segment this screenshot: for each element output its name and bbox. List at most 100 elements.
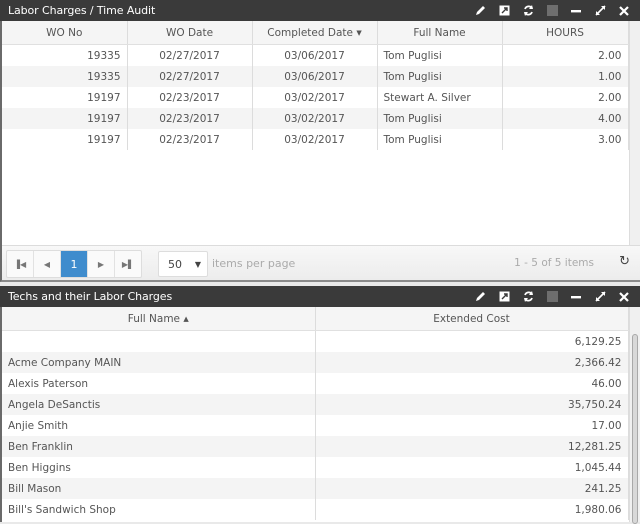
minimize-icon[interactable] — [564, 286, 588, 307]
maximize-icon[interactable] — [588, 286, 612, 307]
techs-labor-charges-panel: Techs and their Labor Charges Full Name … — [0, 286, 640, 524]
pager-buttons: ▐◀ ◀ 1 ▶ ▶▌ — [6, 250, 142, 278]
grid-scrollbar[interactable] — [629, 21, 640, 246]
panel-titlebar: Labor Charges / Time Audit — [0, 0, 640, 21]
table-row[interactable]: Bill's Sandwich Shop 1,980.06 — [2, 499, 629, 520]
panel-title: Techs and their Labor Charges — [8, 290, 173, 303]
scrollbar-thumb[interactable] — [632, 334, 638, 524]
panel-tools — [468, 0, 636, 21]
cell-full-name: Bill Mason — [2, 478, 316, 499]
cell-completed-date: 03/02/2017 — [252, 108, 378, 129]
cell-wo-no: 19335 — [2, 66, 128, 87]
cell-full-name: Tom Puglisi — [377, 66, 503, 87]
cell-full-name: Tom Puglisi — [377, 44, 503, 66]
grid-scrollbar[interactable] — [629, 307, 640, 524]
table-row[interactable]: Ben Franklin 12,281.25 — [2, 436, 629, 457]
table-row[interactable]: Acme Company MAIN 2,366.42 — [2, 352, 629, 373]
cell-completed-date: 03/02/2017 — [252, 87, 378, 108]
prev-page-icon[interactable]: ◀ — [34, 251, 61, 277]
grid-header-row: Full Name ▲ Extended Cost — [2, 307, 629, 331]
labor-charges-grid: WO No WO Date Completed Date ▼ Full Name… — [2, 21, 629, 150]
pager-info: 1 - 5 of 5 items — [514, 257, 594, 269]
cell-wo-date: 02/23/2017 — [127, 129, 253, 150]
cell-extended-cost: 6,129.25 — [315, 330, 629, 352]
last-page-icon[interactable]: ▶▌ — [115, 251, 141, 277]
column-header-hours[interactable]: HOURS — [502, 21, 629, 45]
table-row[interactable]: Anjie Smith 17.00 — [2, 415, 629, 436]
table-row[interactable]: 19335 02/27/2017 03/06/2017 Tom Puglisi … — [2, 44, 629, 66]
sort-asc-icon: ▲ — [183, 314, 189, 323]
edit-icon[interactable] — [468, 0, 492, 21]
cell-full-name: Bill's Sandwich Shop — [2, 499, 316, 520]
chevron-down-icon: ▼ — [194, 259, 201, 269]
cell-extended-cost: 1,980.06 — [315, 499, 629, 520]
cell-full-name — [2, 330, 316, 352]
table-row[interactable]: Alexis Paterson 46.00 — [2, 373, 629, 394]
cell-hours: 1.00 — [502, 66, 629, 87]
cell-completed-date: 03/06/2017 — [252, 66, 378, 87]
refresh-icon[interactable]: ↻ — [619, 254, 630, 269]
table-row[interactable]: 19197 02/23/2017 03/02/2017 Stewart A. S… — [2, 87, 629, 108]
cell-full-name: Tom Puglisi — [377, 108, 503, 129]
first-page-icon[interactable]: ▐◀ — [7, 251, 34, 277]
techs-grid: Full Name ▲ Extended Cost 6,129.25 Acme … — [2, 307, 629, 520]
cell-hours: 3.00 — [502, 129, 629, 150]
cell-extended-cost: 2,366.42 — [315, 352, 629, 373]
page-1-button[interactable]: 1 — [61, 251, 88, 277]
page-size-select[interactable]: 50 ▼ — [158, 251, 208, 277]
cell-full-name: Ben Franklin — [2, 436, 316, 457]
table-row[interactable]: Bill Mason 241.25 — [2, 478, 629, 499]
cell-extended-cost: 17.00 — [315, 415, 629, 436]
refresh-icon[interactable] — [516, 286, 540, 307]
close-icon[interactable] — [612, 0, 636, 21]
cell-wo-no: 19197 — [2, 129, 128, 150]
column-header-full-name[interactable]: Full Name — [377, 21, 503, 45]
table-row[interactable]: 6,129.25 — [2, 330, 629, 352]
cell-full-name: Acme Company MAIN — [2, 352, 316, 373]
cell-hours: 2.00 — [502, 87, 629, 108]
next-page-icon[interactable]: ▶ — [88, 251, 115, 277]
maximize-icon[interactable] — [588, 0, 612, 21]
cell-wo-no: 19197 — [2, 87, 128, 108]
export-icon[interactable] — [492, 0, 516, 21]
table-row[interactable]: 19197 02/23/2017 03/02/2017 Tom Puglisi … — [2, 129, 629, 150]
column-header-full-name[interactable]: Full Name ▲ — [2, 307, 316, 331]
cell-full-name: Alexis Paterson — [2, 373, 316, 394]
panel-titlebar: Techs and their Labor Charges — [0, 286, 640, 307]
column-header-wo-date[interactable]: WO Date — [127, 21, 253, 45]
color-box-icon[interactable] — [540, 286, 564, 307]
column-header-completed-date[interactable]: Completed Date ▼ — [252, 21, 378, 45]
grid-header-row: WO No WO Date Completed Date ▼ Full Name… — [2, 21, 629, 45]
table-row[interactable]: 19335 02/27/2017 03/06/2017 Tom Puglisi … — [2, 66, 629, 87]
table-row[interactable]: Angela DeSanctis 35,750.24 — [2, 394, 629, 415]
close-icon[interactable] — [612, 286, 636, 307]
cell-wo-date: 02/23/2017 — [127, 108, 253, 129]
cell-hours: 2.00 — [502, 44, 629, 66]
cell-extended-cost: 46.00 — [315, 373, 629, 394]
cell-completed-date: 03/06/2017 — [252, 44, 378, 66]
cell-wo-no: 19335 — [2, 44, 128, 66]
minimize-icon[interactable] — [564, 0, 588, 21]
cell-wo-date: 02/23/2017 — [127, 87, 253, 108]
export-icon[interactable] — [492, 286, 516, 307]
table-row[interactable]: 19197 02/23/2017 03/02/2017 Tom Puglisi … — [2, 108, 629, 129]
column-header-wo-no[interactable]: WO No — [2, 21, 128, 45]
table-row[interactable]: Ben Higgins 1,045.44 — [2, 457, 629, 478]
cell-full-name: Angela DeSanctis — [2, 394, 316, 415]
color-box-icon[interactable] — [540, 0, 564, 21]
cell-hours: 4.00 — [502, 108, 629, 129]
cell-full-name: Ben Higgins — [2, 457, 316, 478]
grid-pager: ▐◀ ◀ 1 ▶ ▶▌ 50 ▼ items per page 1 - 5 of… — [2, 245, 640, 280]
cell-extended-cost: 1,045.44 — [315, 457, 629, 478]
refresh-icon[interactable] — [516, 0, 540, 21]
column-header-extended-cost[interactable]: Extended Cost — [315, 307, 629, 331]
labor-charges-panel: Labor Charges / Time Audit WO No WO Date… — [0, 0, 640, 282]
cell-extended-cost: 35,750.24 — [315, 394, 629, 415]
cell-full-name: Anjie Smith — [2, 415, 316, 436]
page-size-label: items per page — [212, 257, 296, 270]
cell-full-name: Tom Puglisi — [377, 129, 503, 150]
cell-extended-cost: 12,281.25 — [315, 436, 629, 457]
cell-wo-date: 02/27/2017 — [127, 66, 253, 87]
edit-icon[interactable] — [468, 286, 492, 307]
cell-wo-no: 19197 — [2, 108, 128, 129]
